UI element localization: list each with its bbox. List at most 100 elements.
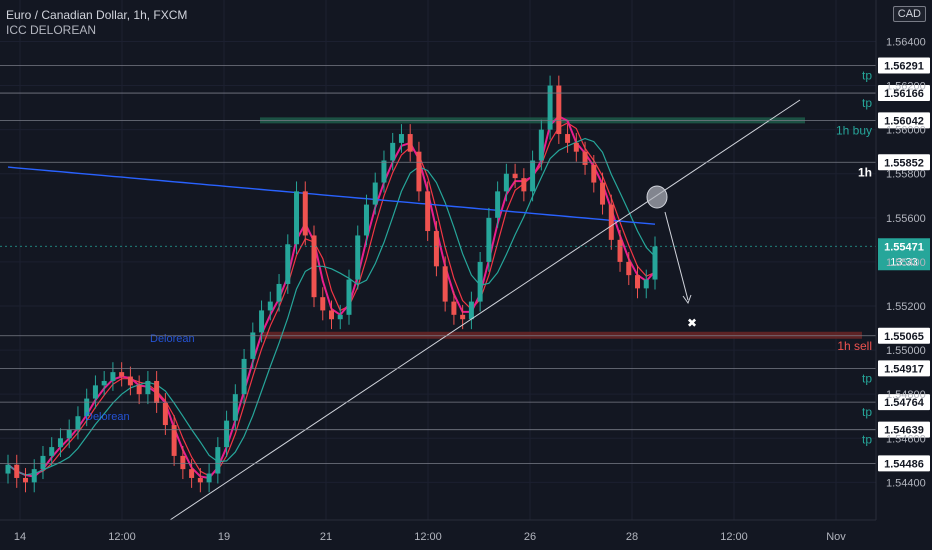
candle-body: [451, 301, 457, 315]
candle-body: [652, 246, 658, 280]
candle-body: [600, 182, 606, 205]
candle-body: [582, 151, 588, 165]
candle-body: [267, 301, 273, 311]
candle-body: [127, 376, 133, 386]
candle-body: [398, 134, 404, 143]
candle-body: [145, 380, 151, 395]
candle-body: [617, 239, 623, 262]
candle-body: [259, 310, 265, 333]
candle-body: [101, 380, 107, 386]
candle-body: [311, 235, 317, 298]
candle-body: [49, 447, 55, 456]
currency-badge[interactable]: CAD: [892, 6, 926, 22]
current-price-label: 1.55471: [884, 241, 924, 253]
ma-pink-line: [7, 115, 656, 480]
candle-body: [5, 464, 11, 474]
candle-body: [162, 403, 168, 426]
sell-zone[interactable]: [262, 331, 862, 339]
level-label-tp: tp: [862, 371, 872, 385]
candle-body: [503, 173, 509, 192]
candle-body: [276, 283, 282, 302]
target-x-mark: ✖: [687, 316, 697, 330]
candle-body: [241, 358, 247, 395]
candle-body: [180, 455, 186, 470]
chart-legend: Euro / Canadian Dollar, 1h, FXCM ICC DEL…: [6, 8, 187, 38]
candle-body: [337, 314, 343, 320]
time-axis[interactable]: 14 12:00 19 21 12:00 26 28 12:00 Nov: [0, 519, 876, 543]
candle-body: [468, 301, 474, 320]
trendline[interactable]: [169, 99, 801, 521]
candle-body: [136, 385, 142, 395]
candle-body: [495, 191, 501, 218]
candle-body: [407, 134, 413, 152]
level-label-tp: tp: [862, 433, 872, 447]
candle-body: [547, 85, 553, 130]
candle-body: [320, 297, 326, 311]
touch-point-marker[interactable]: [646, 185, 668, 209]
time-tick-label: 12:00: [414, 531, 442, 543]
trendline-drawings: ✖: [169, 99, 801, 521]
candle-body: [521, 178, 527, 192]
price-tick-label: 1.54600: [886, 433, 926, 445]
level-price-label: 1.54917: [884, 363, 924, 375]
candle-body: [92, 385, 98, 399]
delorean-annotation: Delorean: [150, 333, 195, 345]
candle-body: [57, 438, 63, 448]
candle-body: [215, 447, 221, 474]
candle-body: [477, 261, 483, 302]
price-tick-label: 1.56000: [886, 125, 926, 137]
moving-averages: [7, 115, 656, 480]
candle-body: [154, 380, 160, 403]
candle-body: [608, 204, 614, 240]
candle-body: [14, 464, 20, 478]
level-price-label: 1.56291: [884, 60, 924, 72]
candle-body: [355, 235, 361, 280]
level-label-tp: tp: [862, 96, 872, 110]
time-tick-label: 12:00: [720, 531, 748, 543]
candle-body: [530, 160, 536, 192]
price-tick-label: 1.56200: [886, 81, 926, 93]
candle-body: [363, 204, 369, 236]
price-tick-label: 1.55200: [886, 301, 926, 313]
time-tick-label: 26: [524, 531, 536, 543]
price-tick-label: 1.55600: [886, 213, 926, 225]
candle-body: [189, 469, 195, 478]
price-tick-label: 1.55800: [886, 169, 926, 181]
candle-body: [591, 164, 597, 183]
candle-body: [197, 477, 203, 483]
level-price-label: 1.55065: [884, 331, 924, 343]
time-tick-label: 21: [320, 531, 332, 543]
candle-body: [250, 332, 256, 359]
price-tick-label: 1.56400: [886, 36, 926, 48]
candle-body: [512, 173, 518, 179]
projection-arrow-line[interactable]: [664, 211, 689, 301]
level-label-sell: 1h sell: [837, 339, 872, 353]
candle-body: [442, 266, 448, 302]
candle-body: [110, 372, 116, 381]
candle-body: [346, 279, 352, 315]
candle-body: [232, 394, 238, 421]
candle-body: [433, 231, 439, 267]
candle-body: [302, 191, 308, 236]
candle-body: [381, 160, 387, 183]
symbol-title[interactable]: Euro / Canadian Dollar, 1h, FXCM: [6, 8, 187, 23]
candle-body: [66, 429, 72, 439]
indicator-name[interactable]: ICC DELOREAN: [6, 23, 187, 38]
candle-body: [119, 372, 125, 377]
candle-body: [626, 261, 632, 276]
candle-body: [285, 244, 291, 284]
candle-body: [75, 416, 81, 430]
level-label-tp: tp: [862, 68, 872, 82]
time-tick-label: Nov: [826, 531, 846, 543]
candle-body: [31, 469, 37, 483]
ma-slow-line: [7, 166, 656, 225]
price-tick-label: 1.55000: [886, 345, 926, 357]
time-tick-label: 19: [218, 531, 230, 543]
candle-body: [643, 279, 649, 289]
candle-body: [372, 182, 378, 205]
candle-body: [565, 134, 571, 143]
level-price-label: 1.54486: [884, 458, 924, 470]
price-tick-label: 1.55400: [886, 257, 926, 269]
price-chart[interactable]: ✖ DeloreanDelorean 1.56291tp1.56166tp1.5…: [0, 0, 932, 550]
candle-body: [425, 191, 431, 232]
